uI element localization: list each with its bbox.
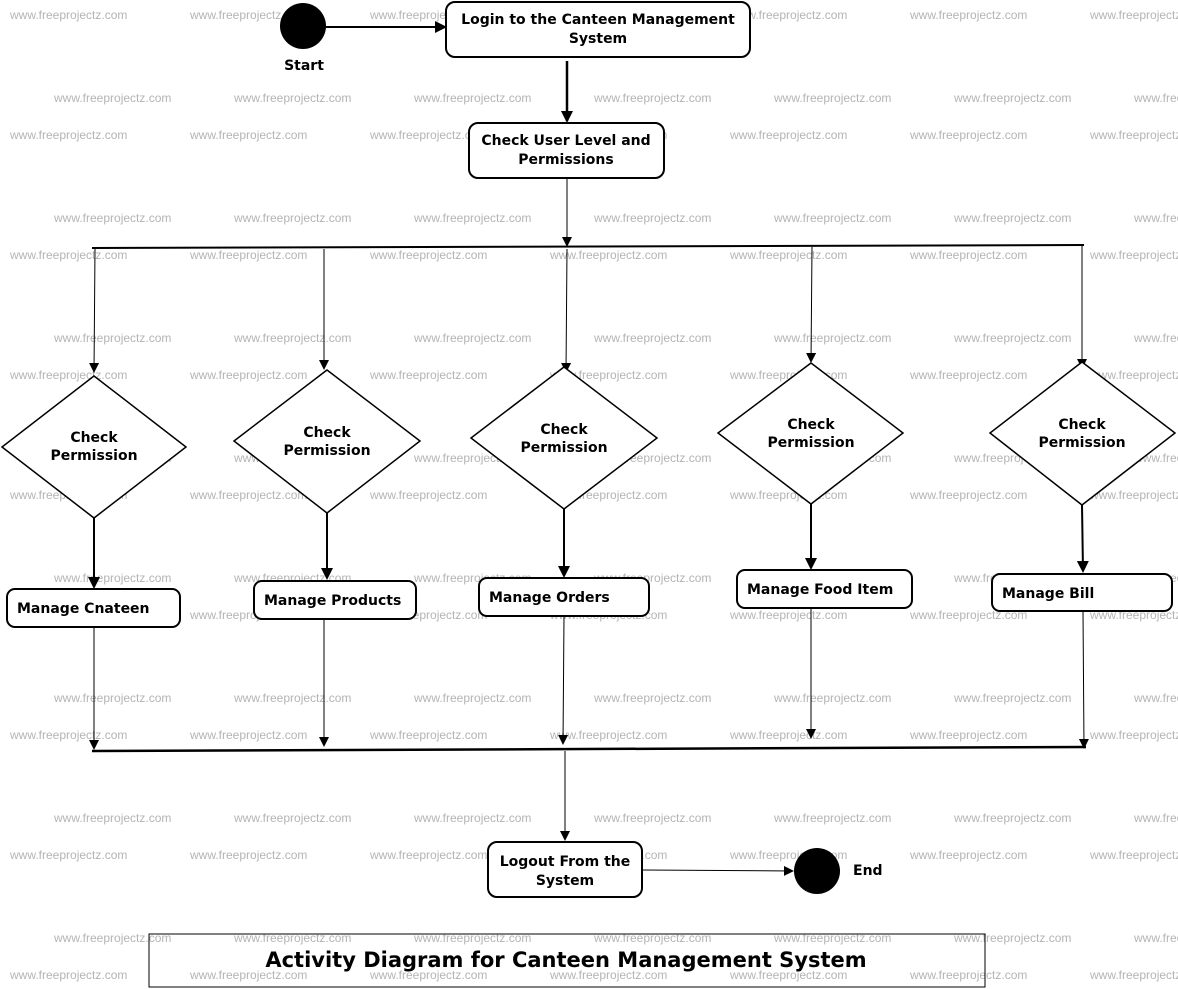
activity-logout-line1: Logout From the: [500, 854, 631, 870]
start-label: Start: [284, 58, 324, 74]
activity-check-user-level: Check User Level and Permissions: [468, 122, 665, 179]
branch-4: Check Permission Manage Food Item: [716, 246, 913, 739]
branch-5: Check Permission Manage Bill: [988, 245, 1177, 749]
end-label: End: [853, 863, 883, 879]
edge-activity-join-5: [1078, 610, 1089, 749]
activity-check-user-line1: Check User Level and: [481, 133, 650, 149]
decision-1: [0, 375, 188, 519]
decision-5: [988, 361, 1177, 506]
edge-logout-end: [642, 865, 794, 876]
edge-fork-decision-1: [89, 248, 100, 373]
decision-5-line1: Check: [1058, 417, 1106, 433]
activity-5-label: Manage Bill: [1002, 586, 1094, 602]
decision-1-line1: Check: [70, 430, 118, 446]
edge-decision-activity-5: [1076, 504, 1089, 573]
decision-3: [469, 366, 659, 510]
decision-4: [716, 362, 905, 505]
activity-diagram: Start Login to the Canteen Management Sy…: [0, 1, 1177, 988]
join-bar: [91, 745, 1087, 753]
decision-2: [232, 369, 422, 514]
activity-login: Login to the Canteen Management System: [445, 1, 751, 58]
decision-2-line2: Permission: [283, 443, 370, 459]
decision-5-line2: Permission: [1038, 435, 1125, 451]
activity-4-label: Manage Food Item: [747, 582, 893, 598]
decision-4-line1: Check: [787, 417, 835, 433]
activity-1-label: Manage Cnateen: [17, 601, 150, 617]
activity-3-label: Manage Orders: [489, 590, 610, 606]
decision-3-line2: Permission: [520, 440, 607, 456]
decision-2-line1: Check: [303, 425, 351, 441]
activity-logout: Logout From the System: [487, 841, 643, 898]
branch-1: Check Permission Manage Cnateen: [0, 248, 188, 750]
branch-2: Check Permission Manage Products: [232, 249, 422, 747]
decision-4-line2: Permission: [767, 435, 854, 451]
activity-login-line2: System: [569, 31, 627, 47]
start-node: [280, 3, 326, 49]
activity-2-label: Manage Products: [264, 593, 401, 609]
decision-3-line1: Check: [540, 422, 588, 438]
fork-bar: [91, 244, 1085, 249]
diagram-title: Activity Diagram for Canteen Management …: [265, 948, 866, 972]
edge-fork-decision-4: [806, 246, 817, 363]
activity-check-user-line2: Permissions: [518, 152, 613, 168]
edge-fork-decision-3: [561, 248, 572, 373]
edge-activity-join-3: [558, 615, 569, 745]
branch-3: Check Permission Manage Orders: [469, 248, 659, 745]
activity-logout-line2: System: [536, 873, 594, 889]
activity-login-line1: Login to the Canteen Management: [461, 12, 735, 28]
decision-1-line2: Permission: [50, 448, 137, 464]
end-node: [794, 848, 840, 894]
diagram-title-box: Activity Diagram for Canteen Management …: [148, 933, 986, 988]
